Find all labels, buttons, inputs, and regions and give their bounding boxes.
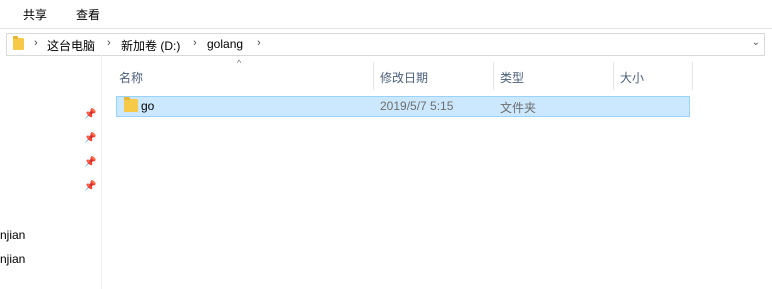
breadcrumb-this-pc[interactable]: 这台电脑 — [47, 37, 95, 54]
breadcrumb-separator[interactable]: › — [34, 37, 38, 49]
nav-item[interactable]: njian — [0, 228, 25, 242]
column-header-type[interactable]: 类型 — [494, 62, 612, 90]
breadcrumb-drive-d[interactable]: 新加卷 (D:) — [121, 37, 180, 54]
nav-item[interactable]: njian — [0, 252, 25, 266]
pin-icon[interactable]: 📌 — [84, 133, 96, 144]
column-header-label: 类型 — [500, 71, 525, 85]
ribbon-tab-view[interactable]: 查看 — [76, 6, 100, 23]
file-modified: 2019/5/7 5:15 — [380, 99, 454, 113]
breadcrumb-separator[interactable]: › — [193, 37, 197, 49]
navigation-pane: 📌 📌 📌 📌 njian njian — [0, 55, 102, 289]
column-header-modified[interactable]: 修改日期 — [374, 62, 493, 90]
file-type: 文件夹 — [500, 101, 537, 115]
column-header-label: 大小 — [620, 71, 645, 85]
breadcrumb-separator[interactable]: › — [107, 37, 111, 49]
chevron-down-icon[interactable]: ⌄ — [752, 37, 760, 48]
column-header-label: 修改日期 — [380, 71, 429, 85]
column-header-label: 名称 — [119, 71, 144, 85]
folder-icon — [13, 36, 24, 50]
ribbon-tab-share[interactable]: 共享 — [23, 6, 47, 23]
pin-icon[interactable]: 📌 — [84, 157, 96, 168]
breadcrumb-separator[interactable]: › — [257, 37, 261, 49]
address-bar[interactable]: › 这台电脑 › 新加卷 (D:) › golang › ⌄ — [6, 33, 765, 56]
column-header-name[interactable]: 名称 — [112, 62, 372, 90]
folder-icon — [124, 97, 138, 112]
file-name: go — [141, 99, 155, 113]
file-row-go[interactable]: go 2019/5/7 5:15 文件夹 — [116, 96, 690, 117]
column-divider[interactable] — [692, 62, 693, 90]
pin-icon[interactable]: 📌 — [84, 181, 96, 192]
breadcrumb-golang[interactable]: golang — [207, 37, 243, 51]
ribbon: 共享 查看 — [0, 0, 772, 29]
column-header-size[interactable]: 大小 — [614, 62, 692, 90]
pin-icon[interactable]: 📌 — [84, 109, 96, 120]
